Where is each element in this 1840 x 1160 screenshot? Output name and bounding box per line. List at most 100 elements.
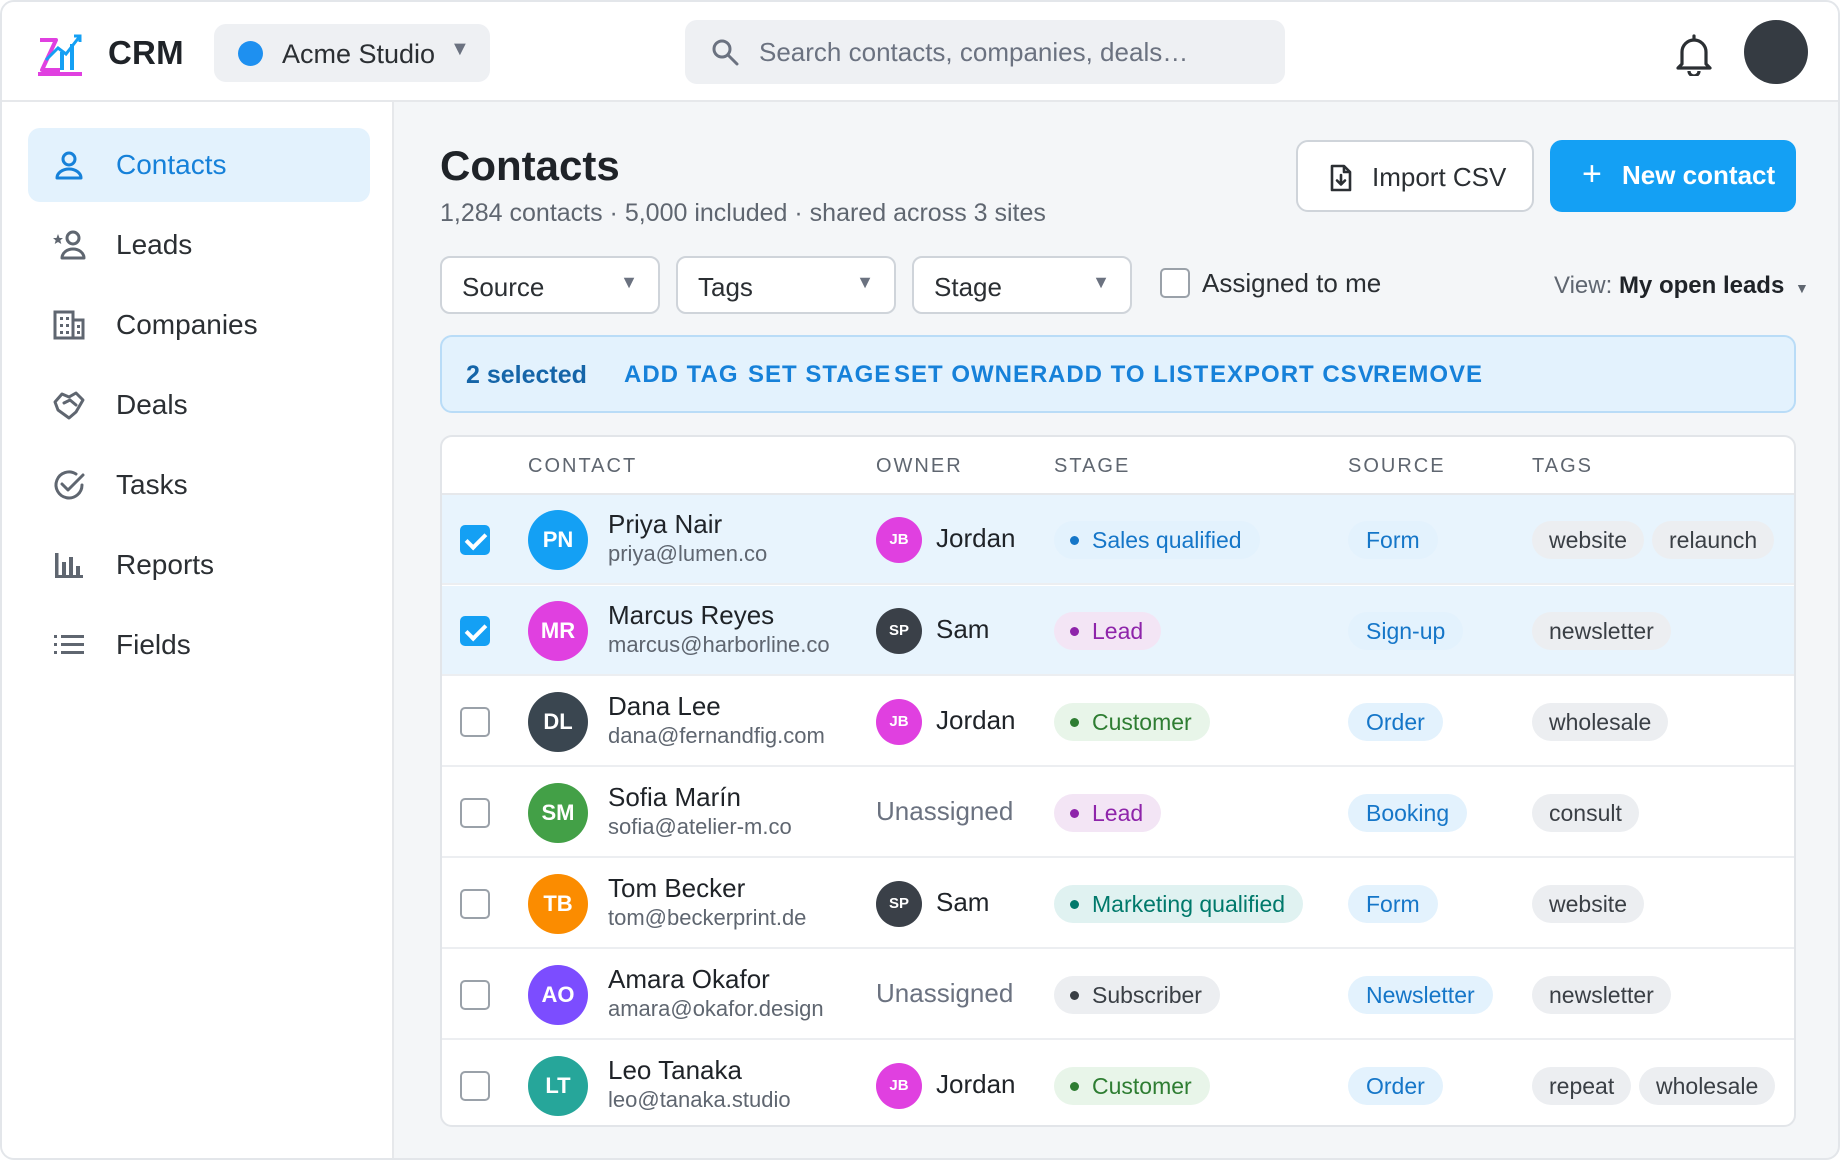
- person-icon: [55, 151, 83, 180]
- sidebar-item-tasks[interactable]: Tasks: [28, 448, 370, 522]
- plus-icon: +: [1582, 155, 1602, 193]
- contact-avatar: MR: [528, 601, 588, 661]
- table-row[interactable]: TB Tom Becker tom@beckerprint.de SP Sam Marke…: [442, 859, 1794, 949]
- bar-chart-icon: [55, 553, 83, 578]
- row-checkbox[interactable]: [460, 707, 490, 737]
- owner-name: Sam: [936, 614, 990, 644]
- assigned-to-me-checkbox[interactable]: [1160, 268, 1190, 298]
- column-header-owner[interactable]: OWNER: [876, 455, 963, 478]
- search-input[interactable]: [759, 20, 1259, 84]
- contact-name[interactable]: Priya Nair: [608, 509, 722, 540]
- sidebar-item-label: Fields: [116, 629, 191, 660]
- tag-chip[interactable]: repeat: [1532, 1067, 1632, 1105]
- table-row[interactable]: MR Marcus Reyes marcus@harborline.co SP Sam L…: [442, 586, 1794, 676]
- tags-filter-label: Tags: [698, 272, 753, 302]
- contact-name[interactable]: Leo Tanaka: [608, 1055, 742, 1086]
- new-contact-button[interactable]: + New contact: [1550, 140, 1796, 212]
- row-checkbox[interactable]: [460, 525, 490, 555]
- remove-button[interactable]: REMOVE: [1373, 361, 1483, 389]
- tag-chip[interactable]: relaunch: [1652, 521, 1775, 559]
- tag-chip[interactable]: newsletter: [1532, 612, 1671, 650]
- contact-email: dana@fernandfig.com: [608, 723, 825, 748]
- page-subtitle: 1,284 contacts · 5,000 included · shared…: [440, 199, 1046, 227]
- contact-name[interactable]: Tom Becker: [608, 873, 745, 904]
- sidebar-item-fields[interactable]: Fields: [28, 608, 370, 682]
- table-row[interactable]: DL Dana Lee dana@fernandfig.com JB Jordan Cus…: [442, 677, 1794, 767]
- tag-chip[interactable]: newsletter: [1532, 976, 1671, 1014]
- tag-chip[interactable]: website: [1532, 521, 1644, 559]
- import-csv-button[interactable]: Import CSV: [1296, 140, 1534, 212]
- contact-name[interactable]: Dana Lee: [608, 691, 721, 722]
- tag-chip[interactable]: consult: [1532, 794, 1639, 832]
- row-checkbox[interactable]: [460, 1071, 490, 1101]
- column-header-source[interactable]: SOURCE: [1348, 455, 1446, 478]
- table-row[interactable]: LT Leo Tanaka leo@tanaka.studio JB Jordan Cus…: [442, 1041, 1794, 1125]
- source-badge: Sign-up: [1348, 612, 1464, 650]
- owner-avatar: JB: [876, 699, 922, 745]
- workspace-switcher[interactable]: Acme Studio ▼: [214, 24, 490, 82]
- tag-chip[interactable]: website: [1532, 885, 1644, 923]
- user-avatar[interactable]: [1744, 20, 1808, 84]
- caret-down-icon: ▼: [856, 272, 874, 292]
- source-badge: Order: [1348, 1067, 1443, 1105]
- table-row[interactable]: SM Sofia Marín sofia@atelier-m.co Unassigne…: [442, 768, 1794, 858]
- row-checkbox[interactable]: [460, 889, 490, 919]
- table-row[interactable]: AO Amara Okafor amara@okafor.design Unassig…: [442, 950, 1794, 1040]
- export-csv-button[interactable]: EXPORT CSV: [1210, 361, 1375, 389]
- contact-name[interactable]: Amara Okafor: [608, 964, 770, 995]
- sidebar-item-reports[interactable]: Reports: [28, 528, 370, 602]
- contact-email: marcus@harborline.co: [608, 632, 830, 657]
- stage-badge: Subscriber: [1054, 976, 1220, 1014]
- row-checkbox[interactable]: [460, 798, 490, 828]
- search-icon: [712, 39, 739, 66]
- column-header-contact[interactable]: CONTACT: [528, 455, 637, 478]
- caret-down-icon: ▼: [1794, 280, 1809, 296]
- sidebar-item-label: Reports: [116, 549, 215, 580]
- source-badge: Form: [1348, 521, 1438, 559]
- contact-name[interactable]: Marcus Reyes: [608, 600, 774, 631]
- owner-unassigned: Unassigned: [876, 978, 1014, 1008]
- sidebar-item-label: Companies: [116, 309, 258, 340]
- owner-avatar: JB: [876, 517, 922, 563]
- sidebar-item-contacts[interactable]: Contacts: [28, 128, 370, 202]
- source-filter[interactable]: Source ▼: [440, 256, 660, 314]
- contact-email: leo@tanaka.studio: [608, 1087, 791, 1112]
- stage-badge: Customer: [1054, 703, 1210, 741]
- view-selector[interactable]: View: My open leads ▼: [1554, 272, 1809, 300]
- owner-unassigned: Unassigned: [876, 796, 1014, 826]
- stage-badge: Customer: [1054, 1067, 1210, 1105]
- view-value: My open leads: [1618, 272, 1785, 299]
- sidebar-item-label: Leads: [116, 229, 193, 260]
- table-row[interactable]: PN Priya Nair priya@lumen.co JB Jordan Sales …: [442, 495, 1794, 585]
- bulk-action-bar: 2 selected ADD TAG SET STAGE SET OWNER A…: [440, 335, 1796, 413]
- bell-icon[interactable]: [1674, 32, 1714, 76]
- stage-filter[interactable]: Stage ▼: [912, 256, 1132, 314]
- view-prefix: View:: [1554, 272, 1613, 299]
- contact-avatar: PN: [528, 510, 588, 570]
- source-badge: Newsletter: [1348, 976, 1493, 1014]
- contact-email: tom@beckerprint.de: [608, 905, 807, 930]
- sidebar-item-companies[interactable]: Companies: [28, 288, 370, 362]
- tags-filter[interactable]: Tags ▼: [676, 256, 896, 314]
- set-owner-button[interactable]: SET OWNER: [894, 361, 1048, 389]
- column-header-stage[interactable]: STAGE: [1054, 455, 1130, 478]
- set-stage-button[interactable]: SET STAGE: [748, 361, 891, 389]
- building-icon: [53, 310, 85, 340]
- selection-count: 2 selected: [466, 361, 587, 389]
- row-checkbox[interactable]: [460, 616, 490, 646]
- row-checkbox[interactable]: [460, 980, 490, 1010]
- check-circle-icon: [54, 470, 85, 500]
- owner-name: Sam: [936, 887, 990, 917]
- add-to-list-button[interactable]: ADD TO LIST: [1048, 361, 1209, 389]
- owner-avatar: JB: [876, 1063, 922, 1109]
- sidebar-item-deals[interactable]: Deals: [28, 368, 370, 442]
- stage-badge: Marketing qualified: [1054, 885, 1304, 923]
- contact-name[interactable]: Sofia Marín: [608, 782, 741, 813]
- owner-avatar: SP: [876, 608, 922, 654]
- sidebar-item-leads[interactable]: Leads: [28, 208, 370, 282]
- column-header-tags[interactable]: TAGS: [1532, 455, 1593, 478]
- tag-chip[interactable]: wholesale: [1639, 1067, 1776, 1105]
- tag-chip[interactable]: wholesale: [1532, 703, 1669, 741]
- contact-avatar: AO: [528, 965, 588, 1025]
- add-tag-button[interactable]: ADD TAG: [624, 361, 739, 389]
